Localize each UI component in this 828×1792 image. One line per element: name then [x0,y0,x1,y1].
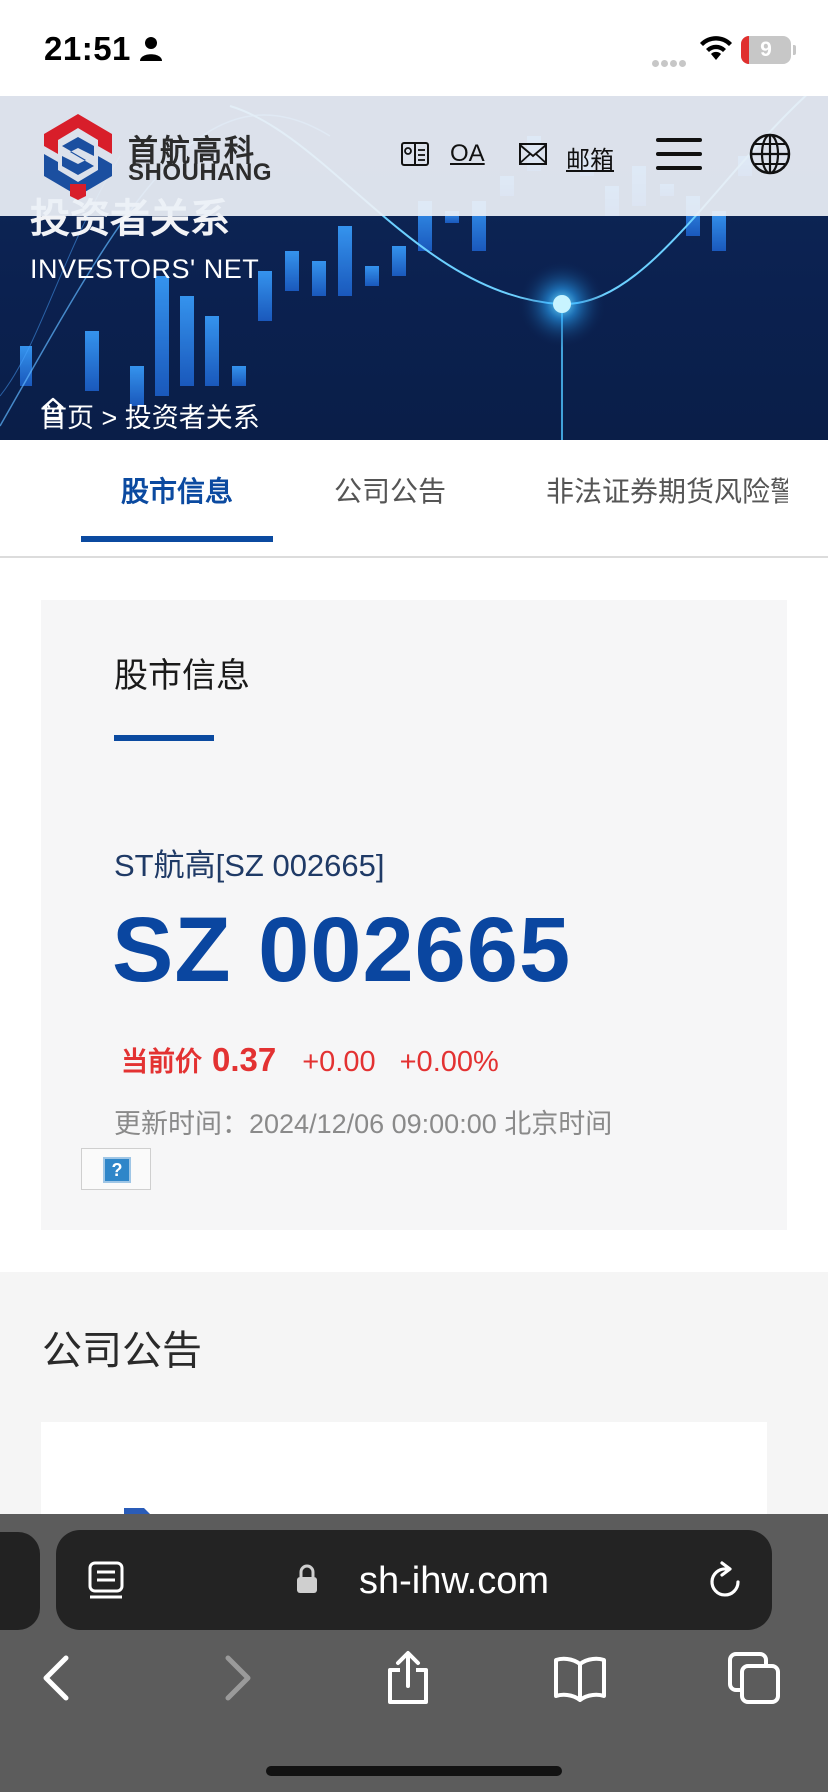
battery-icon: 9 [741,36,791,64]
status-bar: 21:51 9 [0,0,828,96]
section-tabs: 股市信息 公司公告 非法证券期货风险警 [0,440,828,558]
current-price: 0.37 [212,1041,277,1078]
tab-announcements[interactable]: 公司公告 [334,470,446,510]
person-icon [140,37,162,61]
stock-code: SZ 002665 [112,899,572,1001]
question-icon: ? [103,1157,131,1183]
stock-section-title: 股市信息 [114,657,250,695]
forward-icon[interactable] [208,1650,264,1706]
price-label: 当前价 [121,1047,202,1077]
logo-english-name: SHOUHANG [128,159,273,186]
site-header: 首航高科 SHOUHANG OA 邮箱 [0,96,828,216]
announcements-title: 公司公告 [42,1329,202,1373]
bookmarks-icon[interactable] [552,1650,608,1706]
title-accent-bar [114,735,214,741]
hero-subtitle: INVESTORS' NET [30,254,260,284]
status-time: 21:51 [44,30,131,67]
oa-card-icon [401,142,429,166]
share-icon[interactable] [380,1650,436,1706]
home-icon [42,397,64,421]
previous-tab-preview[interactable] [0,1532,40,1630]
menu-icon[interactable] [656,136,702,172]
tabs-icon[interactable] [726,1650,782,1706]
stock-name: ST航高[SZ 002665] [114,848,385,883]
cellular-signal-icon [652,54,688,72]
update-time: 更新时间：2024/12/06 09:00:00 北京时间 [114,1109,613,1139]
wifi-icon [700,36,732,60]
home-indicator[interactable] [266,1766,562,1776]
breadcrumb[interactable]: 首页 > 投资者关系 [40,396,260,435]
mail-link[interactable]: 邮箱 [566,140,614,175]
tab-stock-info[interactable]: 股市信息 [121,470,233,510]
active-tab-indicator [81,536,273,542]
battery-level: 9 [760,38,772,61]
company-logo[interactable] [38,110,118,200]
price-change-percent: +0.00% [399,1046,499,1078]
oa-link[interactable]: OA [450,140,485,168]
help-image-box[interactable]: ? [81,1148,151,1190]
reload-icon[interactable] [706,1560,746,1602]
back-icon[interactable] [30,1650,86,1706]
mail-icon [519,143,547,165]
tab-illegal-securities-warning[interactable]: 非法证券期货风险警 [546,470,788,510]
breadcrumb-text: 首页 > 投资者关系 [40,403,260,433]
globe-icon[interactable] [748,132,792,176]
price-change: +0.00 [302,1046,376,1078]
price-row: 当前价 0.37 +0.00 +0.00% [121,1040,523,1079]
